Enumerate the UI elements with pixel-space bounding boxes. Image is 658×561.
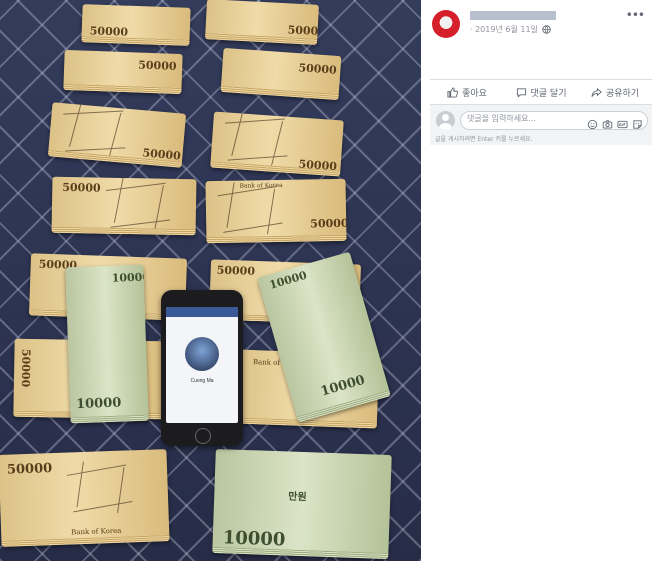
bill-bank-text: Bank of Korea (239, 181, 283, 190)
bill-denomination: 50000 (287, 23, 319, 39)
like-label: 좋아요 (462, 88, 487, 99)
comment-composer: 글을 게시하려면 Enter 키를 누르세요. (430, 105, 652, 145)
bill-50000: 50000 (81, 4, 191, 46)
emoji-icon[interactable] (587, 115, 598, 130)
author-avatar[interactable] (432, 10, 460, 38)
sticker-icon[interactable] (632, 115, 643, 129)
post-meta: · 2019년 6월 11일 (470, 24, 552, 36)
post-header: · 2019년 6월 11일 ••• (430, 8, 650, 38)
thumbs-up-icon (447, 86, 459, 98)
share-icon (591, 87, 602, 97)
author-name-redacted[interactable] (470, 11, 556, 20)
globe-icon[interactable] (542, 25, 552, 36)
bill-denomination: 10000 (75, 395, 122, 413)
phone-app-bar (166, 307, 238, 317)
bill-50000: 50000 (220, 47, 342, 101)
bill-10000: 10000 10000 (65, 264, 149, 424)
comment-label: 댓글 달기 (530, 88, 567, 99)
current-user-avatar (436, 111, 455, 130)
bill-denomination: 10000 (111, 270, 149, 285)
smartphone: Cuong Ma (161, 290, 243, 446)
comment-icon (516, 87, 526, 98)
more-horizontal-icon: ••• (625, 8, 645, 22)
share-button[interactable]: 공유하기 (578, 80, 652, 104)
phone-screen: Cuong Ma (166, 307, 238, 423)
comment-hint: 글을 게시하려면 Enter 키를 누르세요. (435, 136, 533, 143)
gif-icon[interactable] (617, 115, 628, 129)
bill-50000: 50000 Bank of Korea (205, 178, 347, 244)
camera-icon[interactable] (602, 115, 613, 129)
bill-50000: 50000 (51, 176, 197, 236)
bill-50000: 50000 (47, 102, 187, 168)
bill-denomination: 50000 (6, 461, 53, 478)
bill-denomination: 10000 (319, 372, 367, 400)
more-options-button[interactable]: ••• (625, 8, 645, 22)
bill-50000: 50000 (63, 49, 183, 95)
bill-50000: 50000 (205, 0, 319, 45)
comment-input-wrapper[interactable] (460, 111, 648, 130)
bill-denomination: 50000 (216, 263, 256, 278)
post-photo[interactable]: 50000 50000 50000 50000 50000 50000 5000… (0, 0, 421, 561)
like-button[interactable]: 좋아요 (430, 80, 504, 104)
comment-tools (587, 115, 643, 130)
comment-button[interactable]: 댓글 달기 (504, 80, 578, 104)
phone-screen-name: Cuong Ma (190, 378, 214, 384)
comment-input[interactable] (467, 114, 577, 123)
bill-denomination: 10000 (267, 268, 309, 292)
bill-bank-text: Bank of Korea (71, 526, 122, 537)
share-label: 공유하기 (605, 88, 640, 99)
bill-denomination: 50000 (62, 180, 101, 195)
post-date[interactable]: 2019년 6월 11일 (475, 25, 538, 34)
bill-50000: 50000 (210, 111, 344, 177)
bill-denomination: 50000 (298, 61, 338, 77)
bill-denomination: 50000 (138, 58, 177, 73)
post-actions: 좋아요 댓글 달기 공유하기 (430, 79, 652, 105)
bill-korean-text: 만원 (288, 491, 307, 504)
post-sidebar: · 2019년 6월 11일 ••• 좋아요 댓글 달기 공유하기 댓글을 입력… (421, 0, 658, 561)
phone-home-button (195, 428, 211, 444)
bill-10000: 만원 10000 (212, 448, 392, 560)
bill-50000: 50000 Bank of Korea (0, 449, 170, 547)
bill-denomination: 50000 (89, 24, 129, 39)
bill-denomination: 50000 (298, 157, 338, 174)
bill-denomination: 50000 (18, 348, 33, 388)
phone-profile-picture (185, 337, 219, 371)
bill-denomination: 50000 (310, 216, 347, 231)
bill-denomination: 10000 (222, 527, 286, 551)
